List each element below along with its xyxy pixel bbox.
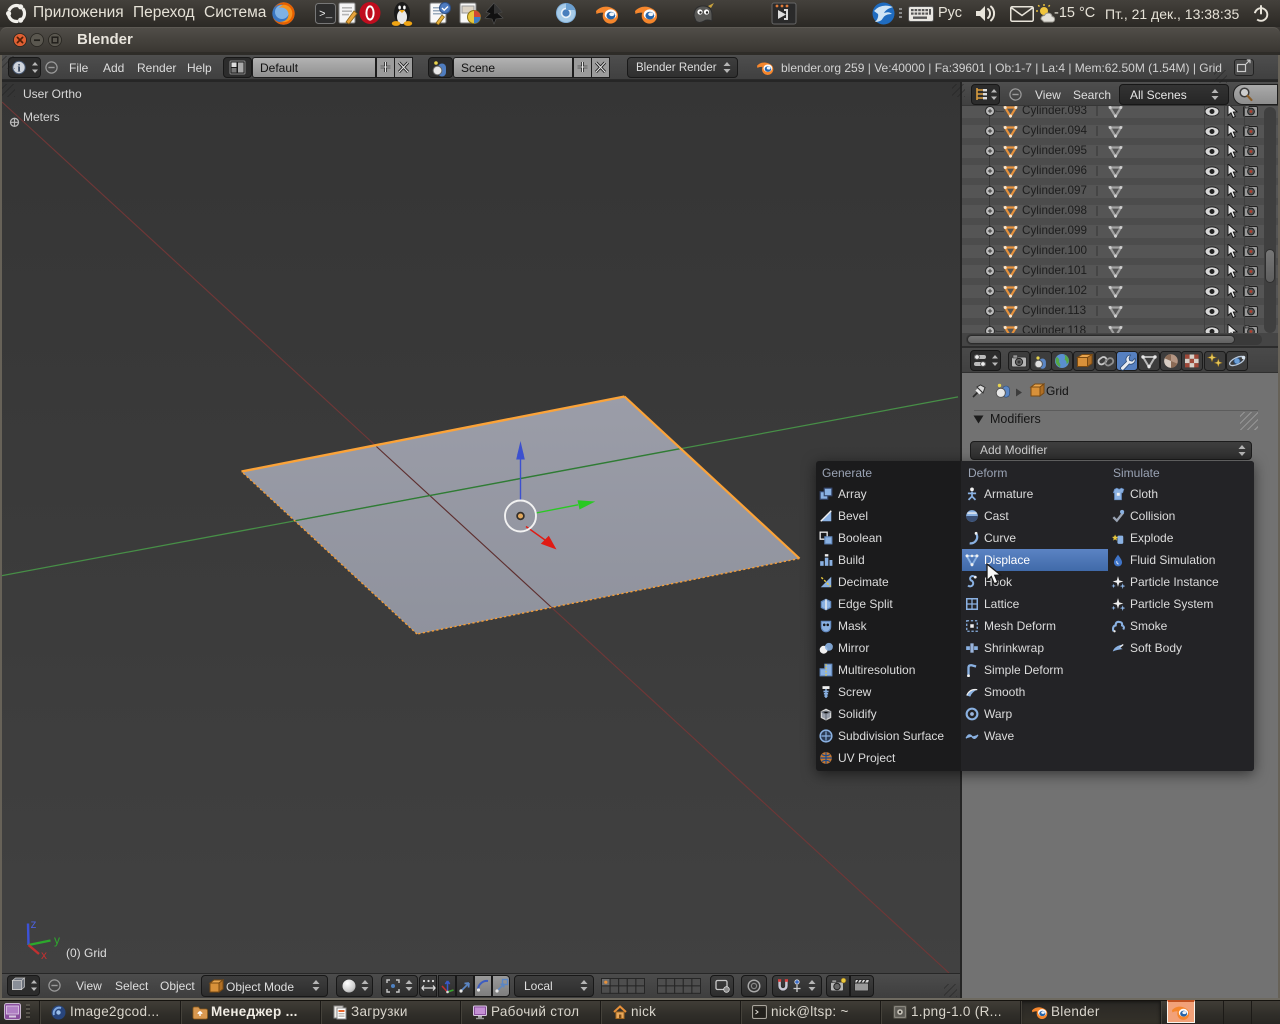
svg-text:x: x (41, 948, 47, 962)
svg-text:i: i (17, 63, 20, 75)
svg-text:y: y (54, 933, 60, 947)
svg-text:>_: >_ (319, 9, 333, 21)
svg-text:z: z (31, 917, 37, 931)
